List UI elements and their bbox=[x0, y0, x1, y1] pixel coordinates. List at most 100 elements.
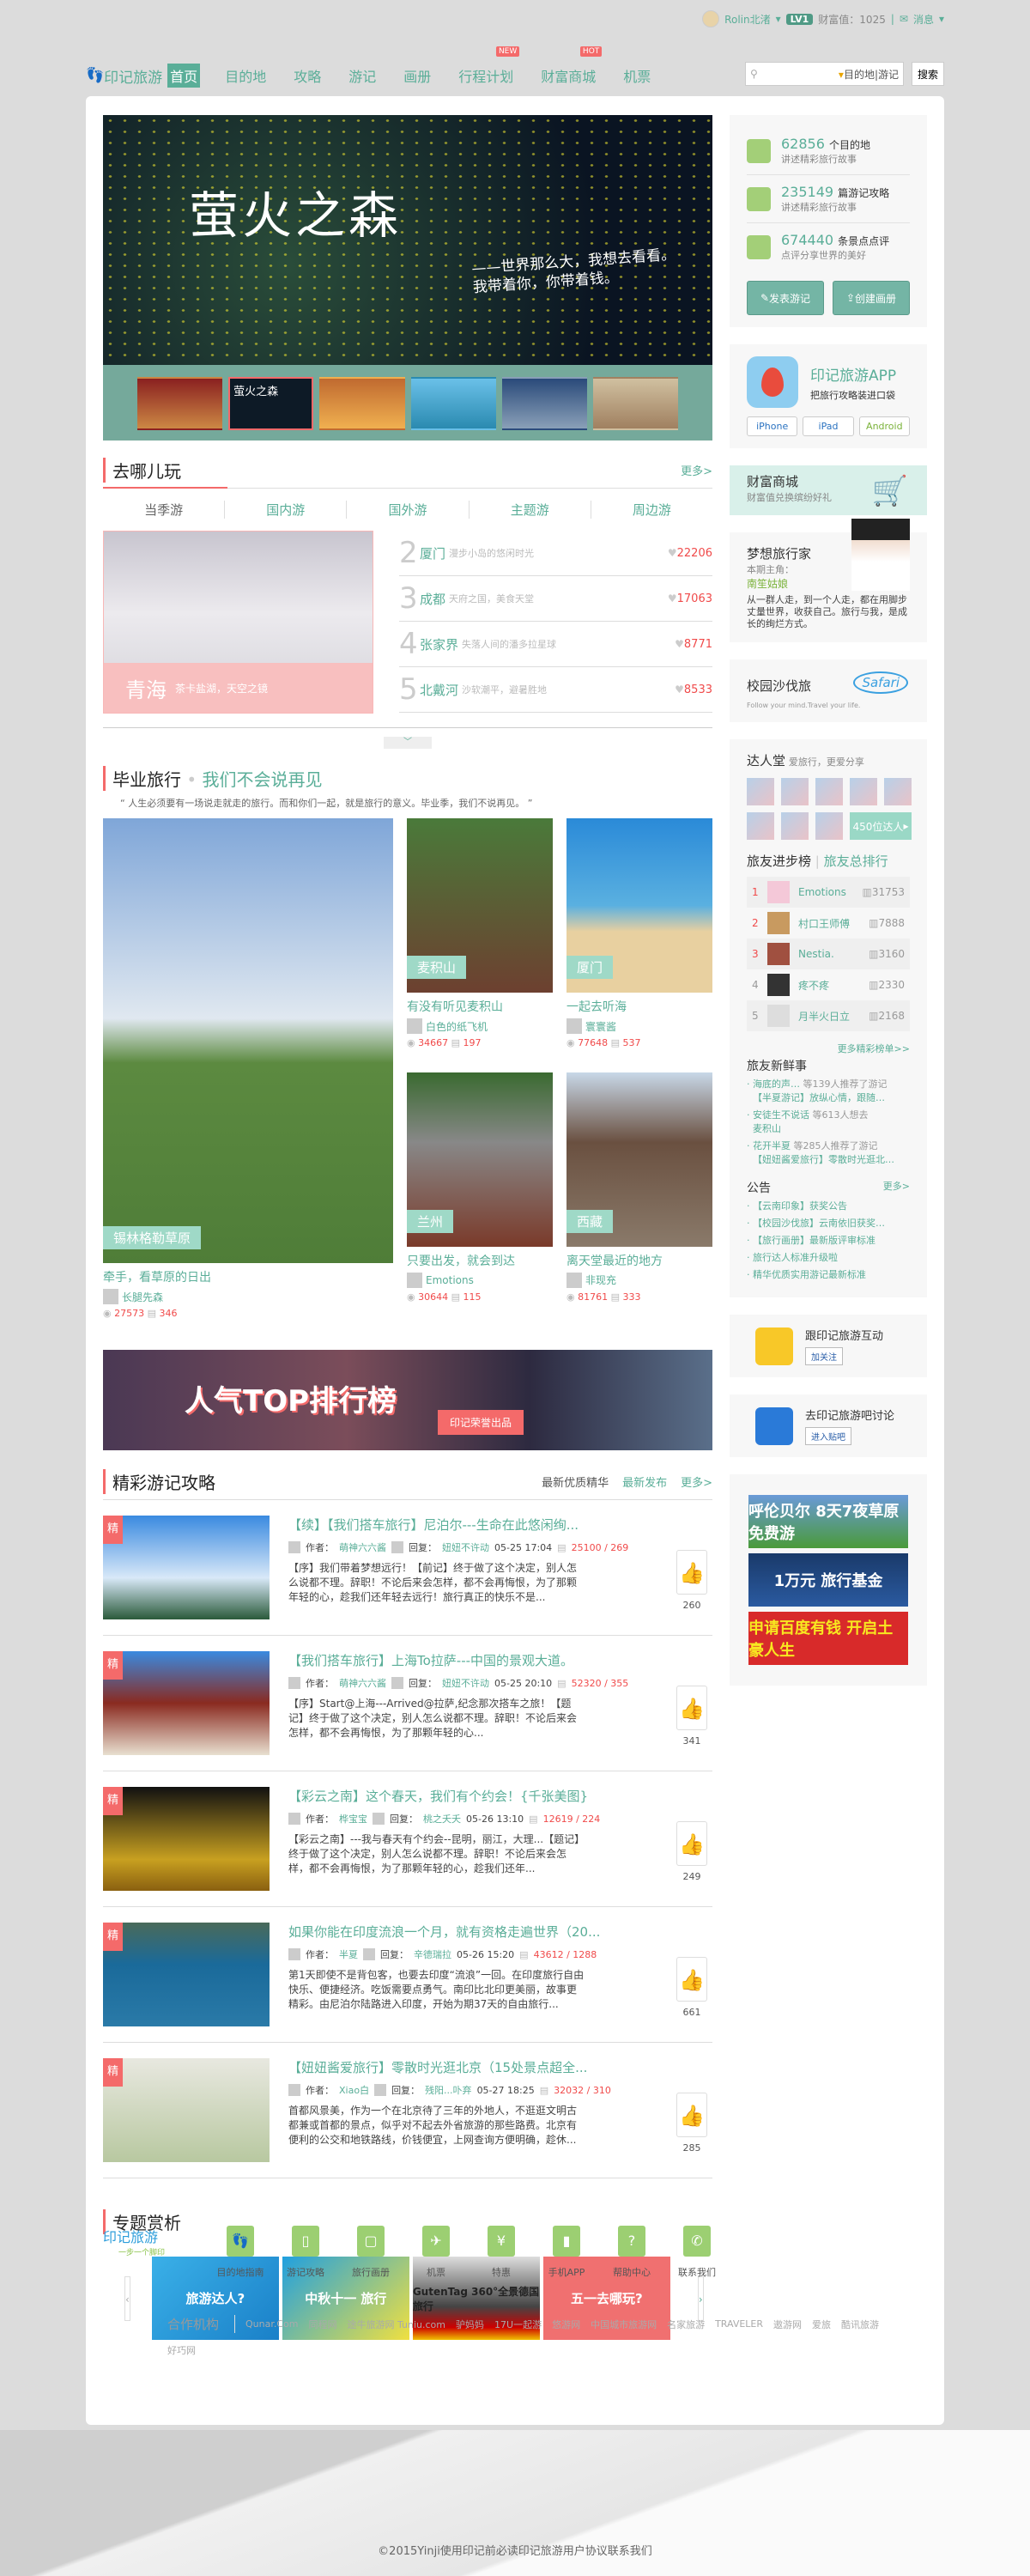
feed-user[interactable]: 海底的声… bbox=[753, 1078, 800, 1090]
more-rankings-link[interactable]: 更多精彩榜单>> bbox=[747, 1042, 910, 1055]
tab-theme[interactable]: 主题游 bbox=[470, 501, 591, 519]
card-author[interactable]: 非现充 bbox=[585, 1273, 616, 1287]
article-thumbnail[interactable]: 精 bbox=[103, 2058, 270, 2162]
partner-logo[interactable]: 爱旅 bbox=[812, 2318, 831, 2331]
partner-logo[interactable]: 悠游网 bbox=[552, 2318, 580, 2331]
notice-item[interactable]: · 【旅行画册】最新版评审标准 bbox=[747, 1234, 910, 1248]
partner-logo[interactable]: 遨游网 bbox=[773, 2318, 802, 2331]
feed-target[interactable]: 【半夏游记】放纵心情，跟随… bbox=[753, 1092, 885, 1103]
partner-logo[interactable]: 17U一起游 bbox=[494, 2318, 542, 2331]
article-replier[interactable]: 辛德瑞拉 bbox=[414, 1947, 451, 1961]
article-replier[interactable]: 桃之夭夭 bbox=[423, 1812, 461, 1826]
article-author[interactable]: 萌神六六酱 bbox=[339, 1540, 386, 1554]
card-author[interactable]: 寰寰酱 bbox=[585, 1019, 616, 1034]
thumbs-up-icon[interactable]: 👍 bbox=[676, 1957, 707, 2002]
notice-item[interactable]: · 旅行达人标准升级啦 bbox=[747, 1251, 910, 1265]
footer-link[interactable]: ¥ 特惠 bbox=[469, 2226, 534, 2279]
card-author[interactable]: 白色的纸飞机 bbox=[426, 1019, 488, 1034]
expert-avatar[interactable] bbox=[884, 778, 912, 805]
search-scope-select[interactable]: ▾目的地|游记 bbox=[839, 67, 899, 82]
expert-avatar[interactable] bbox=[815, 812, 843, 840]
safari-panel[interactable]: 校园沙伐旅 Safari Follow your mind.Travel you… bbox=[730, 659, 927, 722]
experts-count-button[interactable]: 450位达人 ▸ bbox=[850, 812, 912, 840]
post-travelogue-button[interactable]: ✎ 发表游记 bbox=[747, 281, 824, 315]
user-avatar[interactable] bbox=[702, 10, 720, 27]
featured-destination[interactable]: 青海 茶卡盐湖，天空之镜 bbox=[103, 531, 373, 714]
grad-card[interactable]: 西藏 离天堂最近的地方 非现充 ◉ 81761 ▤ 333 bbox=[566, 1072, 712, 1327]
footer-link[interactable]: ? 帮助中心 bbox=[599, 2226, 664, 2279]
nav-travelogues[interactable]: 游记 bbox=[346, 64, 379, 88]
feed-target[interactable]: 麦积山 bbox=[753, 1123, 781, 1134]
dream-traveler-panel[interactable]: 梦想旅行家 本期主角： 南笙姑娘 从一群人走，到一个人走，都在用脚步丈量世界，收… bbox=[730, 519, 927, 642]
rank-row[interactable]: 3 成都 天府之国，美食天堂 ♥ 17063 bbox=[399, 576, 712, 622]
leaderboard-row[interactable]: 5 月半火日立 ▥ 2168 bbox=[747, 1000, 910, 1031]
hero-thumb-active[interactable]: 萤火之森 bbox=[228, 377, 314, 430]
article-title[interactable]: 【续】【我们搭车旅行】尼泊尔---生命在此悠闲绚... bbox=[288, 1516, 671, 1534]
wealth-shop-banner[interactable]: 财富商城 财富值兑换缤纷好礼 🛒 bbox=[730, 465, 927, 515]
tab-progress-ranking[interactable]: 旅友进步榜 bbox=[747, 854, 811, 869]
article-thumbnail[interactable]: 精 bbox=[103, 1923, 270, 2026]
search-button[interactable]: 搜索 bbox=[912, 62, 944, 86]
expand-chevron-icon[interactable]: ﹀ bbox=[384, 737, 432, 749]
hero-thumb[interactable] bbox=[501, 377, 587, 430]
nav-home[interactable]: 首页 bbox=[167, 64, 201, 88]
hero-carousel[interactable]: 萤火之森 ——世界那么大，我想去看看。 我带着你，你带着钱。 bbox=[103, 115, 712, 365]
partner-logo[interactable]: 酷讯旅游 bbox=[841, 2318, 879, 2331]
partner-logo[interactable]: 名家旅游 bbox=[667, 2318, 705, 2331]
thumbs-up-icon[interactable]: 👍 bbox=[676, 2093, 707, 2137]
tab-featured[interactable]: 最新优质精华 bbox=[542, 1473, 609, 1490]
site-logo[interactable]: 👣 印记旅游 bbox=[86, 65, 162, 87]
footer-link[interactable]: ✈ 机票 bbox=[403, 2226, 469, 2279]
more-link[interactable]: 更多> bbox=[681, 1473, 712, 1490]
hero-thumb[interactable] bbox=[592, 377, 678, 430]
tab-season[interactable]: 当季游 bbox=[103, 501, 226, 519]
partner-logo[interactable]: TRAVELER bbox=[715, 2318, 763, 2330]
card-title[interactable]: 一起去听海 bbox=[566, 998, 712, 1015]
user-name[interactable]: 月半火日立 bbox=[798, 1009, 869, 1024]
leaderboard-row[interactable]: 4 疼不疼 ▥ 2330 bbox=[747, 969, 910, 1000]
banner-button[interactable]: 印记荣誉出品 bbox=[438, 1410, 524, 1435]
nav-shop[interactable]: 财富商城 HOT bbox=[538, 46, 603, 88]
article-thumbnail[interactable]: 精 bbox=[103, 1516, 270, 1619]
grad-card[interactable]: 锡林格勒草原 牵手，看草原的日出 长腿先森 ◉ 27573 ▤ 346 bbox=[103, 818, 393, 1326]
nav-albums[interactable]: 画册 bbox=[401, 64, 433, 88]
thumbs-up-icon[interactable]: 👍 bbox=[676, 1550, 707, 1595]
article-title[interactable]: 【彩云之南】这个春天，我们有个约会！{千张美图} bbox=[288, 1787, 671, 1805]
tab-abroad[interactable]: 国外游 bbox=[347, 501, 470, 519]
user-name[interactable]: Emotions bbox=[798, 886, 862, 898]
tab-total-ranking[interactable]: 旅友总排行 bbox=[824, 854, 888, 869]
article-title[interactable]: 如果你能在印度流浪一个月，就有资格走遍世界（20... bbox=[288, 1923, 671, 1941]
username[interactable]: Rolin北渚 bbox=[724, 12, 770, 27]
partner-logo[interactable]: 驴妈妈 bbox=[456, 2318, 484, 2331]
user-name[interactable]: Nestia. bbox=[798, 948, 869, 960]
feed-user[interactable]: 安徒生不说话 bbox=[753, 1109, 809, 1121]
iphone-download-button[interactable]: iPhone bbox=[747, 416, 798, 436]
android-download-button[interactable]: Android bbox=[858, 416, 910, 436]
expert-avatar[interactable] bbox=[747, 812, 774, 840]
article-thumbnail[interactable]: 精 bbox=[103, 1787, 270, 1891]
footer-link[interactable]: ▯ 游记攻略 bbox=[273, 2226, 338, 2279]
weibo-follow-button[interactable]: 加关注 bbox=[805, 1347, 843, 1365]
tab-nearby[interactable]: 周边游 bbox=[591, 501, 712, 519]
leaderboard-row[interactable]: 1 Emotions ▥ 31753 bbox=[747, 877, 910, 908]
grad-card[interactable]: 厦门 一起去听海 寰寰酱 ◉ 77648 ▤ 537 bbox=[566, 818, 712, 1072]
expert-avatar[interactable] bbox=[815, 778, 843, 805]
thumbs-up-icon[interactable]: 👍 bbox=[676, 1821, 707, 1866]
article-author[interactable]: 桦宝宝 bbox=[339, 1812, 367, 1826]
feed-user[interactable]: 花开半夏 bbox=[753, 1140, 791, 1151]
card-title[interactable]: 离天堂最近的地方 bbox=[566, 1252, 712, 1269]
ad-banner[interactable]: 申请百度有钱 开启土豪人生 bbox=[748, 1612, 908, 1665]
messages-link[interactable]: 消息 bbox=[913, 12, 934, 27]
create-album-button[interactable]: ⇪ 创建画册 bbox=[833, 281, 910, 315]
ipad-download-button[interactable]: iPad bbox=[803, 416, 854, 436]
notice-item[interactable]: · 【云南印象】获奖公告 bbox=[747, 1200, 910, 1213]
ad-banner[interactable]: 呼伦贝尔 8天7夜草原免费游 bbox=[748, 1495, 908, 1548]
article-author[interactable]: 萌神六六酱 bbox=[339, 1676, 386, 1690]
nav-destination[interactable]: 目的地 bbox=[222, 64, 269, 88]
partner-logo[interactable]: Qunar.Com bbox=[245, 2318, 298, 2330]
leaderboard-row[interactable]: 2 村口王师傅 ▥ 7888 bbox=[747, 908, 910, 939]
notice-item[interactable]: · 【校园沙伐旅】云南依旧获奖… bbox=[747, 1217, 910, 1230]
hero-thumb[interactable] bbox=[137, 377, 223, 430]
partner-logo[interactable]: 同程网 bbox=[309, 2318, 337, 2331]
hero-thumb[interactable] bbox=[410, 377, 496, 430]
